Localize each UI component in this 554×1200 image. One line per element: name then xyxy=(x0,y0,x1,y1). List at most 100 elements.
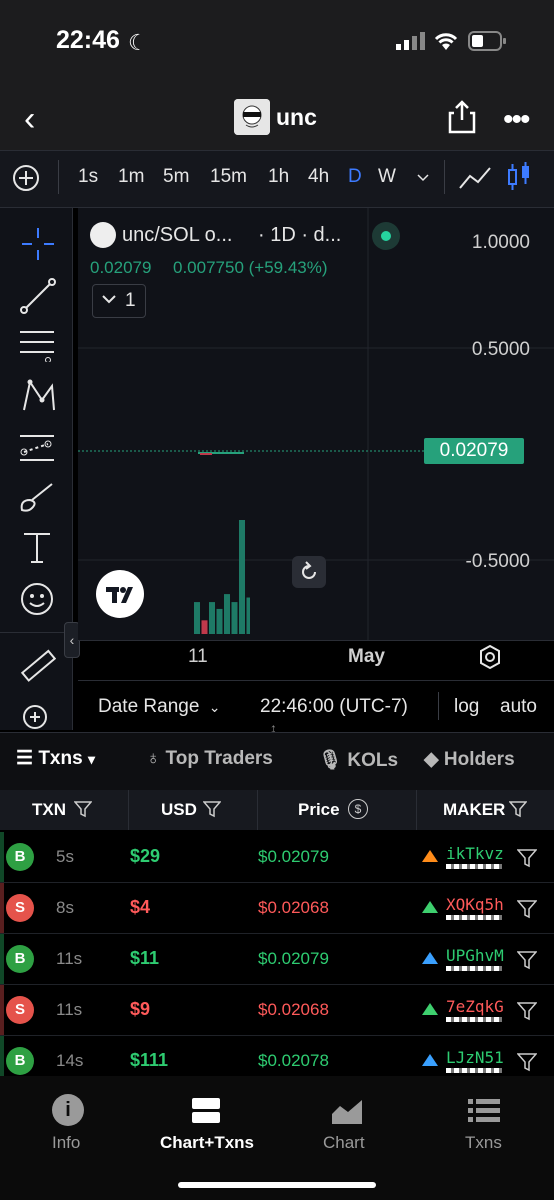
maker-activity-bar xyxy=(446,966,502,971)
maker-address[interactable]: ikTkvz xyxy=(446,844,504,863)
candles-icon[interactable] xyxy=(506,162,532,197)
txn-price: $0.02079 xyxy=(258,847,329,866)
col-header-label: MAKER xyxy=(443,800,506,819)
filter-icon[interactable] xyxy=(508,800,528,823)
trendline-icon[interactable] xyxy=(20,278,56,319)
current-price-tag: 0.02079 xyxy=(424,438,524,464)
tf-1m[interactable]: 1m xyxy=(118,166,144,188)
col-maker[interactable]: MAKER xyxy=(417,790,554,830)
nav-txns[interactable] xyxy=(466,1096,502,1131)
maker-activity-bar xyxy=(446,915,502,920)
reset-chart-icon[interactable] xyxy=(292,556,326,588)
tf-5m[interactable]: 5m xyxy=(163,166,189,188)
auto-toggle[interactable]: auto xyxy=(500,696,537,718)
tab-txns-label: Txns xyxy=(38,748,83,769)
date-range-label: Date Range xyxy=(98,696,200,717)
txn-age: 11s xyxy=(56,949,83,968)
filter-icon[interactable] xyxy=(202,800,222,823)
nav-chart-txns[interactable] xyxy=(190,1096,222,1131)
log-toggle[interactable]: log xyxy=(454,696,479,718)
chart-symbol[interactable]: unc/SOL o... xyxy=(122,224,232,247)
col-txn[interactable]: TXN xyxy=(0,790,129,830)
medal-icon: ♁ xyxy=(146,748,161,769)
nav-chart-txns-label: Chart+Txns xyxy=(160,1133,254,1152)
share-icon[interactable] xyxy=(448,100,476,139)
chevron-down-icon[interactable] xyxy=(416,170,430,188)
nav-chart[interactable] xyxy=(330,1096,364,1131)
maker-address[interactable]: UPGhvM xyxy=(446,946,504,965)
back-icon[interactable]: ‹ xyxy=(24,100,35,139)
chart-settings-icon[interactable] xyxy=(478,644,502,675)
maker-activity-bar xyxy=(446,1068,502,1073)
volume-bar xyxy=(201,620,208,634)
txn-age: 11s xyxy=(56,1000,83,1019)
maker-address[interactable]: XQKq5h xyxy=(446,895,504,914)
brush-icon[interactable] xyxy=(18,480,56,519)
filter-icon[interactable] xyxy=(516,950,538,975)
filter-icon[interactable] xyxy=(73,800,93,823)
tab-holders[interactable]: ◆ Holders xyxy=(424,748,515,771)
table-row[interactable]: B 11s $11 $0.02079 UPGhvM xyxy=(0,934,554,985)
filter-icon[interactable] xyxy=(516,1052,538,1077)
tf-15m[interactable]: 15m xyxy=(210,166,247,188)
list-icon xyxy=(466,1099,502,1130)
divider xyxy=(444,160,445,194)
table-row[interactable]: B 5s $29 $0.02079 ikTkvz xyxy=(0,832,554,883)
txn-usd: $11 xyxy=(130,948,160,968)
currency-icon[interactable]: $ xyxy=(348,799,368,819)
divider xyxy=(438,692,439,720)
pattern-icon[interactable] xyxy=(20,378,56,419)
page-title: unc xyxy=(276,104,317,130)
tf-4h[interactable]: 4h xyxy=(308,166,329,188)
crosshair-icon[interactable] xyxy=(20,226,56,267)
ruler-icon[interactable] xyxy=(18,648,57,691)
tf-d[interactable]: D xyxy=(348,166,362,188)
moon-icon: ☾ xyxy=(128,30,148,55)
emoji-icon[interactable] xyxy=(20,582,54,621)
add-indicator-icon[interactable] xyxy=(12,164,40,197)
tf-w[interactable]: W xyxy=(378,166,396,188)
txn-type-badge: B xyxy=(6,843,34,871)
line-chart-icon[interactable] xyxy=(458,166,492,195)
info-icon: i xyxy=(52,1094,84,1126)
tf-1s[interactable]: 1s xyxy=(78,166,98,188)
chart-interval[interactable]: · 1D · d... xyxy=(258,224,341,247)
indicator-toggle[interactable]: 1 xyxy=(92,284,146,318)
row-indicator xyxy=(0,883,4,933)
col-price[interactable]: Price $ xyxy=(258,790,417,830)
volume-bar xyxy=(216,608,223,634)
horizontal-lines-icon[interactable] xyxy=(18,328,56,367)
tab-top-traders-label: Top Traders xyxy=(165,748,273,769)
volume-bar xyxy=(209,602,215,634)
txn-price: $0.02068 xyxy=(258,1000,329,1019)
maker-icon xyxy=(420,846,440,866)
microphone-icon: 🎙 xyxy=(318,750,343,771)
y-tick: 0.5000 xyxy=(471,339,530,360)
filter-icon[interactable] xyxy=(516,848,538,873)
x-tick: May xyxy=(348,646,385,667)
divider xyxy=(78,680,554,681)
col-usd[interactable]: USD xyxy=(129,790,258,830)
text-icon[interactable] xyxy=(22,530,52,569)
chevron-down-icon xyxy=(101,289,117,314)
tab-top-traders[interactable]: ♁ Top Traders xyxy=(146,748,273,770)
maker-address[interactable]: LJzN51 xyxy=(446,1048,504,1067)
row-indicator xyxy=(0,832,4,882)
maker-address[interactable]: 7eZqkG xyxy=(446,997,504,1016)
more-icon[interactable]: ••• xyxy=(503,103,530,137)
tab-txns[interactable]: ☰ Txns ▾ xyxy=(16,747,95,770)
tab-kols[interactable]: 🎙 KOLs xyxy=(318,748,398,772)
table-row[interactable]: S 11s $9 $0.02068 7eZqkG xyxy=(0,985,554,1036)
date-range-button[interactable]: Date Range ⌄ xyxy=(98,696,220,718)
filter-icon[interactable] xyxy=(516,1001,538,1026)
chevron-down-icon: ▾ xyxy=(87,751,95,767)
txn-price: $0.02078 xyxy=(258,1051,329,1070)
filter-icon[interactable] xyxy=(516,899,538,924)
txn-price: $0.02068 xyxy=(258,898,329,917)
volume-bar xyxy=(194,602,200,634)
fib-icon[interactable] xyxy=(18,430,56,469)
volume-bar xyxy=(239,520,245,634)
table-row[interactable]: S 8s $4 $0.02068 XQKq5h xyxy=(0,883,554,934)
tradingview-logo[interactable] xyxy=(96,570,144,618)
tf-1h[interactable]: 1h xyxy=(268,166,289,188)
